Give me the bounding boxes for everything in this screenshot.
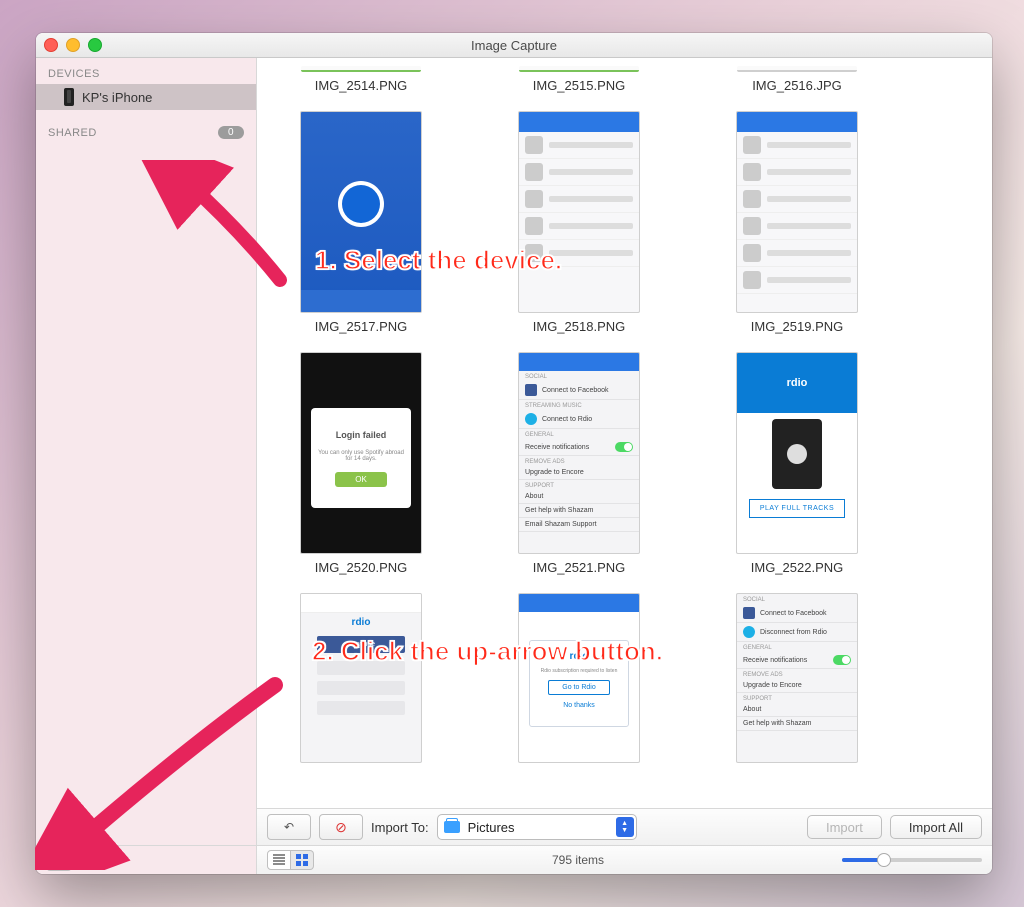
up-arrow-icon: ▲ [54,854,65,866]
thumb-cta: PLAY FULL TRACKS [749,499,845,518]
grid-view-button[interactable] [291,850,314,870]
popup-arrows-icon: ▲▼ [616,817,634,837]
thumbnail-label: IMG_2516.JPG [752,78,842,93]
thumbnail-item[interactable]: IMG_2514.PNG [281,66,441,93]
sidebar: DEVICES KP's iPhone SHARED 0 ▲ [36,58,257,874]
thumbnail-item[interactable]: rdio Continue [281,593,441,763]
sidebar-device-item[interactable]: KP's iPhone [36,84,256,110]
rotate-button[interactable]: ↶ [267,814,311,840]
import-button[interactable]: Import [807,815,882,839]
thumbnail-label: IMG_2520.PNG [315,560,408,575]
rotate-icon: ↶ [284,820,294,834]
thumb-modal-title: Login failed [336,430,387,440]
thumbnail-item[interactable]: IMG_2516.JPG [717,66,877,93]
thumb-btn: Go to Rdio [548,680,610,695]
thumb-brand: rdio [536,651,622,662]
thumbnail-item[interactable]: rdio Rdio subscription required to liste… [499,593,659,763]
thumb-modal-btn: OK [335,472,387,487]
thumbnail-item[interactable]: IMG_2515.PNG [499,66,659,93]
thumbnail-label: IMG_2521.PNG [533,560,626,575]
thumbnail-item[interactable]: Login failed You can only use Spotify ab… [281,352,441,575]
thumbnail-item[interactable]: SOCIAL Connect to Facebook STREAMING MUS… [499,352,659,575]
thumbnail-label: IMG_2517.PNG [315,319,408,334]
sidebar-shared-header[interactable]: SHARED 0 [36,116,256,143]
thumbnail-item[interactable]: SOCIAL Connect to Facebook Disconnect fr… [717,593,877,763]
thumbnail-label: IMG_2514.PNG [315,78,408,93]
thumb-fb-btn: Continue [317,636,405,653]
zoom-slider[interactable] [842,858,982,862]
window-close-button[interactable] [44,38,58,52]
sidebar-devices-header: DEVICES [36,58,256,84]
titlebar: Image Capture [36,33,992,58]
thumbnail-label: IMG_2519.PNG [751,319,844,334]
thumbnail-label: IMG_2522.PNG [751,560,844,575]
thumb-btn2: No thanks [548,699,610,712]
item-count: 795 items [326,853,830,867]
import-to-popup[interactable]: Pictures ▲▼ [437,814,637,840]
window-minimize-button[interactable] [66,38,80,52]
thumbnail-item[interactable]: IMG_2519.PNG [717,111,877,334]
sidebar-shared-badge: 0 [218,126,244,139]
import-to-label: Import To: [371,820,429,835]
import-to-value: Pictures [468,820,515,835]
app-window: Image Capture DEVICES KP's iPhone SHARED… [36,33,992,874]
import-all-button[interactable]: Import All [890,815,982,839]
thumbnail-label: IMG_2515.PNG [533,78,626,93]
folder-icon [444,821,460,833]
thumbnail-item[interactable]: IMG_2518.PNG [499,111,659,334]
grid-icon [296,854,308,866]
thumbnail-grid[interactable]: IMG_2514.PNG IMG_2515.PNG IMG_2516.JPG [257,58,992,808]
no-entry-icon: ⊘ [335,819,347,836]
list-view-button[interactable] [267,850,291,870]
list-icon [273,854,285,866]
thumb-brand: rdio [737,353,857,413]
thumbnail-item[interactable]: IMG_2517.PNG [281,111,441,334]
sidebar-device-label: KP's iPhone [82,90,152,105]
sidebar-shared-label: SHARED [48,127,97,139]
window-zoom-button[interactable] [88,38,102,52]
import-toolbar: ↶ ⊘ Import To: Pictures ▲▼ Import Import… [257,808,992,845]
thumbnail-label: IMG_2518.PNG [533,319,626,334]
status-toolbar: 795 items [257,845,992,874]
sidebar-devices-label: DEVICES [48,68,100,80]
thumbnail-item[interactable]: rdio PLAY FULL TRACKS IMG_2522.PNG [717,352,877,575]
phone-icon [64,88,74,106]
delete-button[interactable]: ⊘ [319,814,363,840]
show-options-button[interactable]: ▲ [46,849,72,871]
window-title: Image Capture [36,38,992,53]
thumb-modal-sub: You can only use Spotify abroad for 14 d… [317,450,405,462]
thumb-brand: rdio [301,617,421,628]
